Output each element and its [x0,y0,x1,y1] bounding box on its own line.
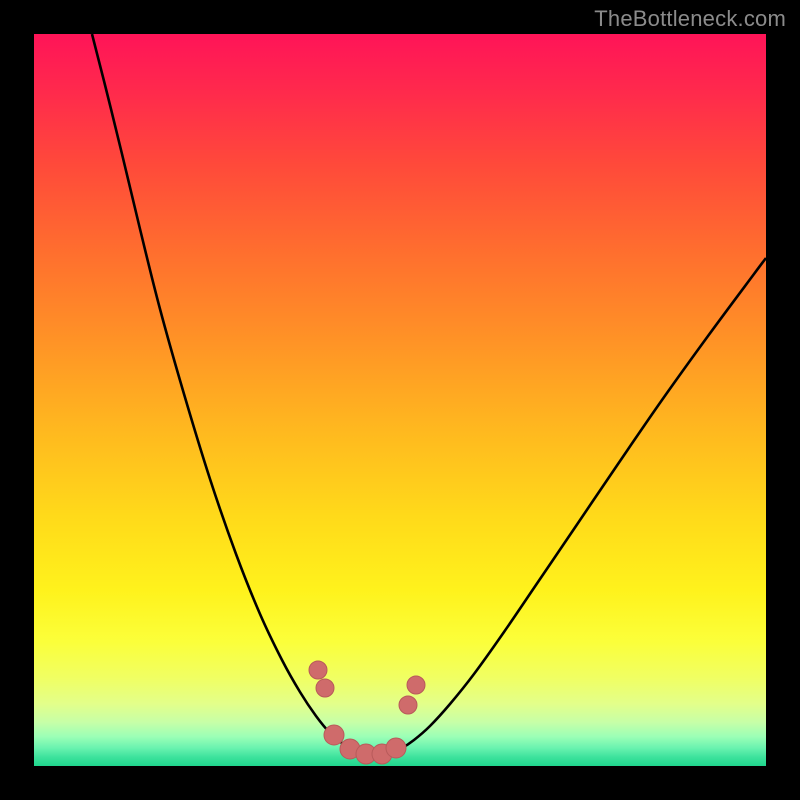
curve-marker [309,661,327,679]
curve-marker [399,696,417,714]
gradient-background [34,34,766,766]
curve-marker [407,676,425,694]
chart-svg [34,34,766,766]
curve-marker [316,679,334,697]
chart-plot-area [34,34,766,766]
curve-marker [386,738,406,758]
watermark-text: TheBottleneck.com [594,6,786,32]
curve-marker [324,725,344,745]
